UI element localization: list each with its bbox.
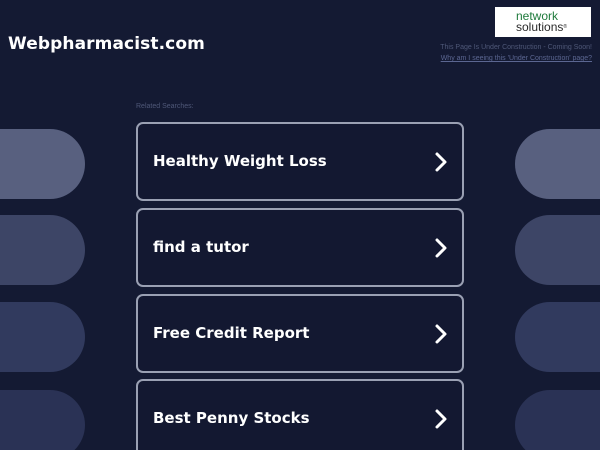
chevron-right-icon [435, 409, 447, 429]
construction-notice: This Page Is Under Construction - Coming… [440, 42, 592, 64]
related-search-link[interactable]: Best Penny Stocks [136, 379, 464, 450]
related-search-link[interactable]: find a tutor [136, 208, 464, 287]
parked-page: Webpharmacist.com network solutions® Thi… [0, 0, 600, 450]
site-title: Webpharmacist.com [8, 34, 205, 54]
chevron-right-icon [435, 324, 447, 344]
decorative-pill-left-4 [0, 390, 85, 450]
logo-line-solutions: solutions [516, 20, 564, 34]
related-search-label: Healthy Weight Loss [153, 152, 327, 170]
chevron-right-icon [435, 152, 447, 172]
related-searches-label: Related Searches: [136, 103, 194, 110]
network-solutions-logo[interactable]: network solutions® [495, 7, 591, 37]
related-search-link[interactable]: Healthy Weight Loss [136, 122, 464, 201]
construction-info-link[interactable]: Why am I seeing this 'Under Construction… [440, 53, 592, 64]
logo-registered-mark: ® [563, 24, 568, 30]
construction-text: This Page Is Under Construction - Coming… [440, 44, 592, 51]
decorative-pill-right-1 [515, 129, 600, 199]
related-search-label: find a tutor [153, 238, 249, 256]
decorative-pill-right-3 [515, 302, 600, 372]
related-search-label: Free Credit Report [153, 324, 310, 342]
related-search-link[interactable]: Free Credit Report [136, 294, 464, 373]
chevron-right-icon [435, 238, 447, 258]
decorative-pill-left-2 [0, 215, 85, 285]
decorative-pill-right-2 [515, 215, 600, 285]
decorative-pill-right-4 [515, 390, 600, 450]
decorative-pill-left-1 [0, 129, 85, 199]
related-search-label: Best Penny Stocks [153, 409, 310, 427]
decorative-pill-left-3 [0, 302, 85, 372]
